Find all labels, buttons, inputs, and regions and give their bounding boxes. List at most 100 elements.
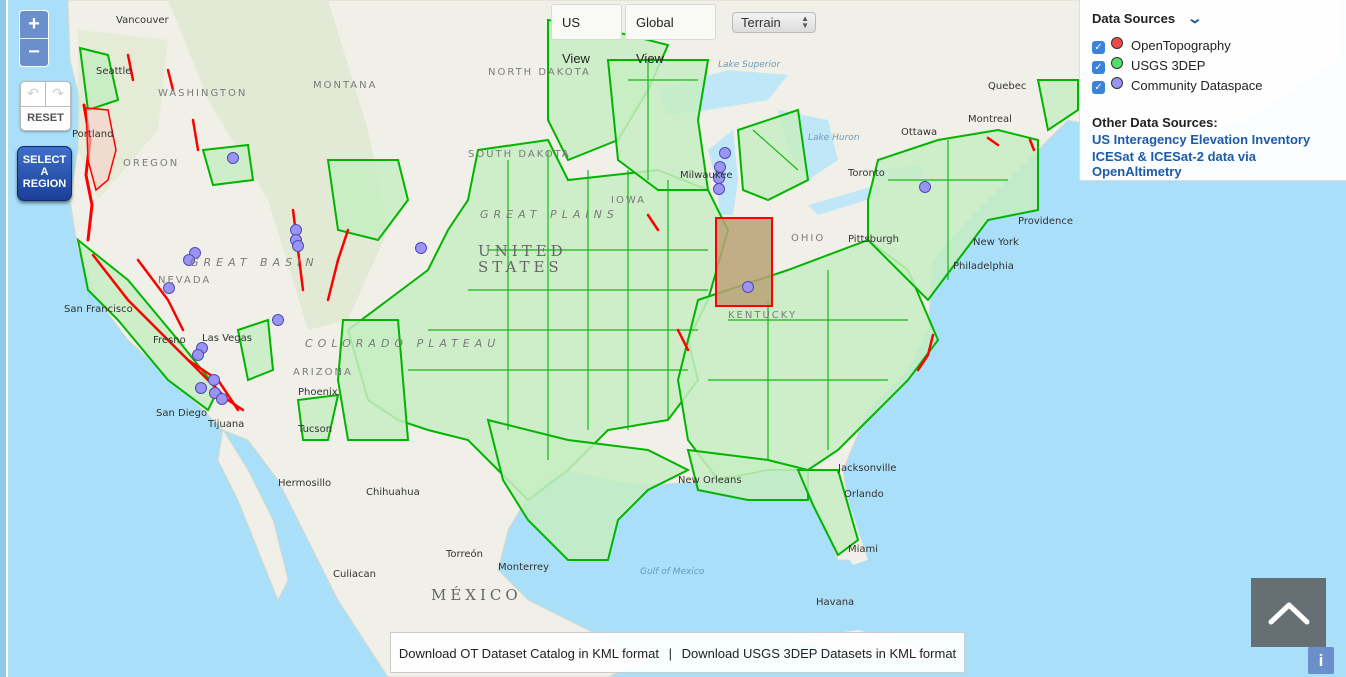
separator: | [668, 646, 672, 661]
interagency-elevation-inventory-link[interactable]: US Interagency Elevation Inventory [1092, 132, 1334, 147]
legend-label: Community Dataspace [1131, 77, 1263, 93]
zoom-in-button[interactable]: + [20, 11, 48, 39]
community-point[interactable] [208, 374, 220, 386]
undo-icon[interactable]: ↶ [21, 82, 46, 106]
zoom-out-button[interactable]: − [20, 39, 48, 66]
legend-label: OpenTopography [1131, 37, 1231, 53]
reset-button[interactable]: RESET [21, 107, 70, 129]
label-city: New York [973, 237, 1019, 248]
label-city: Fresno [153, 335, 186, 346]
icesat-openaltimetry-link[interactable]: ICESat & ICESat-2 data via OpenAltimetry [1092, 149, 1334, 179]
community-dataspace-checkbox[interactable]: ✓ [1092, 80, 1105, 94]
label-city: Culiacan [333, 569, 376, 580]
legend-item-opentopography: ✓ OpenTopography [1092, 37, 1334, 54]
label-city: Havana [816, 597, 855, 608]
label-city: San Francisco [64, 304, 133, 315]
label-water: Lake Superior [718, 60, 781, 70]
zoom-control: + − [19, 10, 49, 67]
label-city: Chihuahua [366, 487, 420, 498]
label-city: New Orleans [678, 475, 742, 486]
label-city: Las Vegas [202, 333, 252, 344]
community-point[interactable] [415, 242, 427, 254]
label-city: Ottawa [901, 127, 938, 138]
other-data-sources-title: Other Data Sources: [1092, 115, 1218, 130]
select-arrows-icon: ▲ ▼ [801, 14, 809, 30]
label-city: San Diego [156, 408, 208, 419]
label-state: IOWA [611, 195, 647, 206]
legend-item-usgs-3dep: ✓ USGS 3DEP [1092, 57, 1334, 74]
label-country: UNITED STATES [478, 242, 567, 276]
label-city: Providence [1018, 216, 1074, 227]
label-state: NEVADA [158, 275, 212, 286]
download-usgs-kml-link[interactable]: Download USGS 3DEP Datasets in KML forma… [682, 646, 957, 661]
scroll-to-top-button[interactable] [1251, 578, 1326, 647]
chevron-up-icon [1268, 602, 1309, 624]
label-city: Vancouver [116, 15, 169, 26]
community-point[interactable] [290, 224, 302, 236]
coverage-indiana[interactable] [715, 217, 773, 307]
label-city: Orlando [844, 489, 884, 500]
label-water: Lake Huron [808, 133, 860, 143]
basemap-select-value: Terrain [741, 15, 781, 30]
label-water: Gulf of Mexico [640, 567, 705, 577]
community-point[interactable] [227, 152, 239, 164]
label-state: ARIZONA [293, 367, 353, 378]
community-point[interactable] [292, 240, 304, 252]
select-region-button[interactable]: SELECT A REGION [17, 146, 72, 201]
label-city: Milwaukee [680, 170, 733, 181]
label-city: Philadelphia [953, 261, 1014, 272]
download-ot-kml-link[interactable]: Download OT Dataset Catalog in KML forma… [399, 646, 659, 661]
label-city: Pittsburgh [848, 234, 899, 245]
community-point[interactable] [272, 314, 284, 326]
global-view-button[interactable]: Global View [625, 4, 716, 66]
label-city: Tucson [298, 424, 333, 435]
label-state: MONTANA [313, 80, 378, 91]
chevron-down-icon[interactable]: ⌄ [1187, 10, 1203, 27]
coverage-idaho[interactable] [201, 143, 255, 187]
community-point[interactable] [719, 147, 731, 159]
label-city: Seattle [96, 66, 132, 77]
redo-icon[interactable]: ↷ [46, 82, 70, 106]
label-state: KENTUCKY [728, 310, 798, 321]
label-city: Toronto [848, 168, 885, 179]
label-city: Miami [848, 544, 879, 555]
opentopography-dot-icon [1111, 37, 1123, 49]
us-view-button[interactable]: US View [551, 4, 622, 66]
label-region: GREAT PLAINS [480, 208, 619, 221]
opentopography-checkbox[interactable]: ✓ [1092, 40, 1105, 54]
label-city: Quebec [988, 81, 1027, 92]
basemap-select[interactable]: Terrain ▲ ▼ [732, 12, 816, 33]
label-country: MÉXICO [431, 586, 522, 604]
community-point[interactable] [216, 393, 228, 405]
label-state: OREGON [123, 158, 180, 169]
community-point[interactable] [192, 349, 204, 361]
download-bar: Download OT Dataset Catalog in KML forma… [390, 632, 965, 673]
select-region-line: A [40, 166, 49, 178]
label-city: Phoenix [298, 387, 338, 398]
label-region: COLORADO PLATEAU [305, 337, 501, 350]
label-state: OHIO [791, 233, 826, 244]
info-button[interactable]: i [1308, 647, 1334, 674]
usgs-3dep-dot-icon [1111, 57, 1123, 69]
usgs-3dep-checkbox[interactable]: ✓ [1092, 60, 1105, 74]
community-point[interactable] [919, 181, 931, 193]
navigation-control: ↶ ↷ RESET [20, 81, 71, 131]
label-city: Tijuana [208, 419, 245, 430]
label-city: Monterrey [498, 562, 550, 573]
community-point[interactable] [195, 382, 207, 394]
label-city: Montreal [968, 114, 1012, 125]
label-state: SOUTH DAKOTA [468, 149, 571, 160]
legend-label: USGS 3DEP [1131, 57, 1206, 73]
label-city: Hermosillo [278, 478, 332, 489]
data-sources-panel: Data Sources ⌄ ✓ OpenTopography ✓ USGS 3… [1079, 0, 1346, 181]
label-city: Torreón [446, 549, 483, 560]
data-sources-title: Data Sources [1092, 11, 1176, 26]
page-left-border [0, 0, 8, 677]
label-region: GREAT BASIN [190, 256, 319, 269]
community-point[interactable] [742, 281, 754, 293]
select-region-line: SELECT [22, 154, 67, 166]
select-region-line: REGION [22, 178, 67, 190]
data-sources-header[interactable]: Data Sources ⌄ [1092, 10, 1334, 27]
label-city: Jacksonville [838, 463, 897, 474]
community-point[interactable] [713, 183, 725, 195]
